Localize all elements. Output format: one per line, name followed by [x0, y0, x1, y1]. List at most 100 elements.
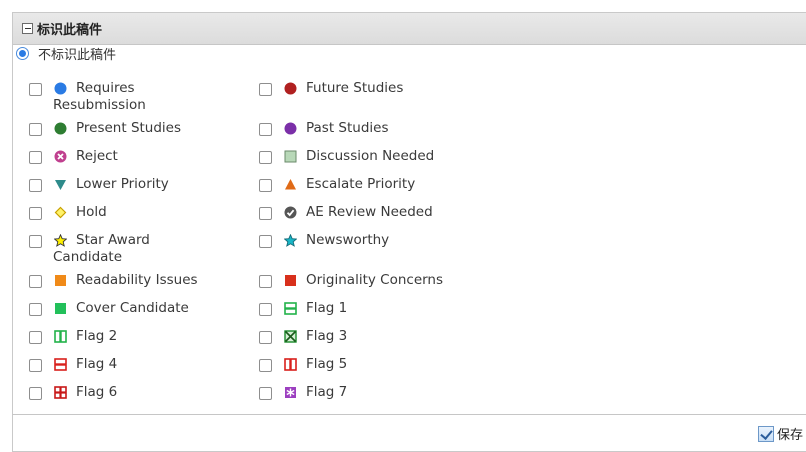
flag-label: Star Award [76, 232, 150, 248]
flag-past-studies[interactable]: Past Studies [259, 120, 389, 137]
flag-label: Flag 7 [306, 384, 348, 400]
red-vbar-box-icon [284, 358, 297, 371]
green-x-box-icon [284, 330, 297, 343]
purple-circle-icon [284, 122, 297, 135]
checkbox[interactable] [29, 179, 42, 192]
red-hbar-box-icon [54, 358, 67, 371]
green-hbar-box-icon [284, 302, 297, 315]
flag-label: AE Review Needed [306, 204, 433, 220]
teal-down-triangle-icon [55, 180, 66, 190]
green-square-icon [55, 303, 66, 314]
flag-label: Flag 5 [306, 356, 348, 372]
flag-readability-issues[interactable]: Readability Issues [29, 272, 198, 289]
green-circle-icon [54, 122, 67, 135]
checkbox[interactable] [259, 179, 272, 192]
flag-hold[interactable]: Hold [29, 204, 107, 221]
save-label: 保存 [777, 428, 804, 443]
flag-label: Originality Concerns [306, 272, 444, 288]
checkbox[interactable] [259, 359, 272, 372]
flag-label: Lower Priority [76, 176, 169, 192]
no-flag-option[interactable]: 不标识此稿件 [16, 44, 116, 63]
flag-6[interactable]: Flag 6 [29, 384, 117, 401]
flag-label: Flag 1 [306, 300, 348, 316]
flag-label-line2: Candidate [53, 249, 123, 265]
flag-label: Present Studies [76, 120, 182, 136]
check-circle-icon [284, 206, 297, 219]
footer-divider [12, 414, 806, 415]
checkbox[interactable] [259, 207, 272, 220]
orange-square-icon [55, 275, 66, 286]
flag-originality-concerns[interactable]: Originality Concerns [259, 272, 443, 289]
flag-label: Cover Candidate [76, 300, 189, 316]
checkbox[interactable] [29, 303, 42, 316]
checkbox[interactable] [259, 83, 272, 96]
checkbox[interactable] [259, 123, 272, 136]
dark-red-circle-icon [284, 82, 297, 95]
flag-7[interactable]: Flag 7 [259, 384, 347, 401]
flag-lower-priority[interactable]: Lower Priority [29, 176, 169, 193]
checkbox[interactable] [259, 275, 272, 288]
flag-reject[interactable]: Reject [29, 148, 118, 165]
flag-newsworthy[interactable]: Newsworthy [259, 232, 389, 249]
collapse-icon[interactable] [22, 23, 33, 34]
orange-up-triangle-icon [285, 179, 296, 190]
flag-label: Escalate Priority [306, 176, 416, 192]
gray-green-square-icon [284, 150, 297, 163]
flag-discussion-needed[interactable]: Discussion Needed [259, 148, 434, 165]
checkbox[interactable] [29, 151, 42, 164]
flag-label-line2: Resubmission [53, 97, 146, 113]
flag-label: Flag 3 [306, 328, 348, 344]
flag-label: Discussion Needed [306, 148, 435, 164]
green-vbar-box-icon [54, 330, 67, 343]
flag-future-studies[interactable]: Future Studies [259, 80, 403, 97]
flag-requires-resubmission[interactable]: Requires [29, 80, 135, 97]
checkbox[interactable] [29, 275, 42, 288]
flag-2[interactable]: Flag 2 [29, 328, 117, 345]
flag-label: Requires [76, 80, 135, 96]
flag-present-studies[interactable]: Present Studies [29, 120, 181, 137]
checkbox[interactable] [29, 123, 42, 136]
checkbox[interactable] [259, 331, 272, 344]
checkbox[interactable] [29, 83, 42, 96]
save-button[interactable]: 保存 [758, 424, 803, 443]
checkbox[interactable] [29, 235, 42, 248]
red-square-icon [285, 275, 296, 286]
checkbox[interactable] [259, 387, 272, 400]
flag-label: Flag 6 [76, 384, 118, 400]
flag-label: Newsworthy [306, 232, 390, 248]
reject-x-circle-icon [54, 150, 67, 163]
flag-label: Hold [76, 204, 107, 220]
checkbox[interactable] [259, 235, 272, 248]
cyan-star-icon [284, 234, 297, 247]
flag-label: Flag 2 [76, 328, 118, 344]
flag-4[interactable]: Flag 4 [29, 356, 117, 373]
panel-header[interactable]: 标识此稿件 [13, 13, 806, 45]
flag-label: Readability Issues [76, 272, 198, 288]
flag-5[interactable]: Flag 5 [259, 356, 347, 373]
checkbox[interactable] [259, 151, 272, 164]
flag-escalate-priority[interactable]: Escalate Priority [259, 176, 415, 193]
no-flag-radio[interactable] [16, 47, 29, 60]
yellow-star-icon [54, 234, 67, 247]
flag-3[interactable]: Flag 3 [259, 328, 347, 345]
checkbox[interactable] [29, 207, 42, 220]
panel-title: 标识此稿件 [37, 23, 103, 38]
save-check-icon [758, 425, 774, 442]
flag-label: Past Studies [306, 120, 389, 136]
blue-circle-icon [54, 82, 67, 95]
checkbox[interactable] [29, 331, 42, 344]
checkbox[interactable] [259, 303, 272, 316]
flag-star-award-candidate[interactable]: Star Award [29, 232, 150, 249]
flag-cover-candidate[interactable]: Cover Candidate [29, 300, 189, 317]
flag-1[interactable]: Flag 1 [259, 300, 347, 317]
checkbox[interactable] [29, 359, 42, 372]
purple-asterisk-box-icon [285, 387, 296, 398]
flag-label: Flag 4 [76, 356, 118, 372]
red-plus-box-icon [54, 386, 67, 399]
flag-label: Future Studies [306, 80, 404, 96]
flag-label: Reject [76, 148, 118, 164]
yellow-diamond-icon [54, 206, 67, 219]
no-flag-label: 不标识此稿件 [38, 48, 117, 63]
checkbox[interactable] [29, 387, 42, 400]
flag-ae-review-needed[interactable]: AE Review Needed [259, 204, 433, 221]
